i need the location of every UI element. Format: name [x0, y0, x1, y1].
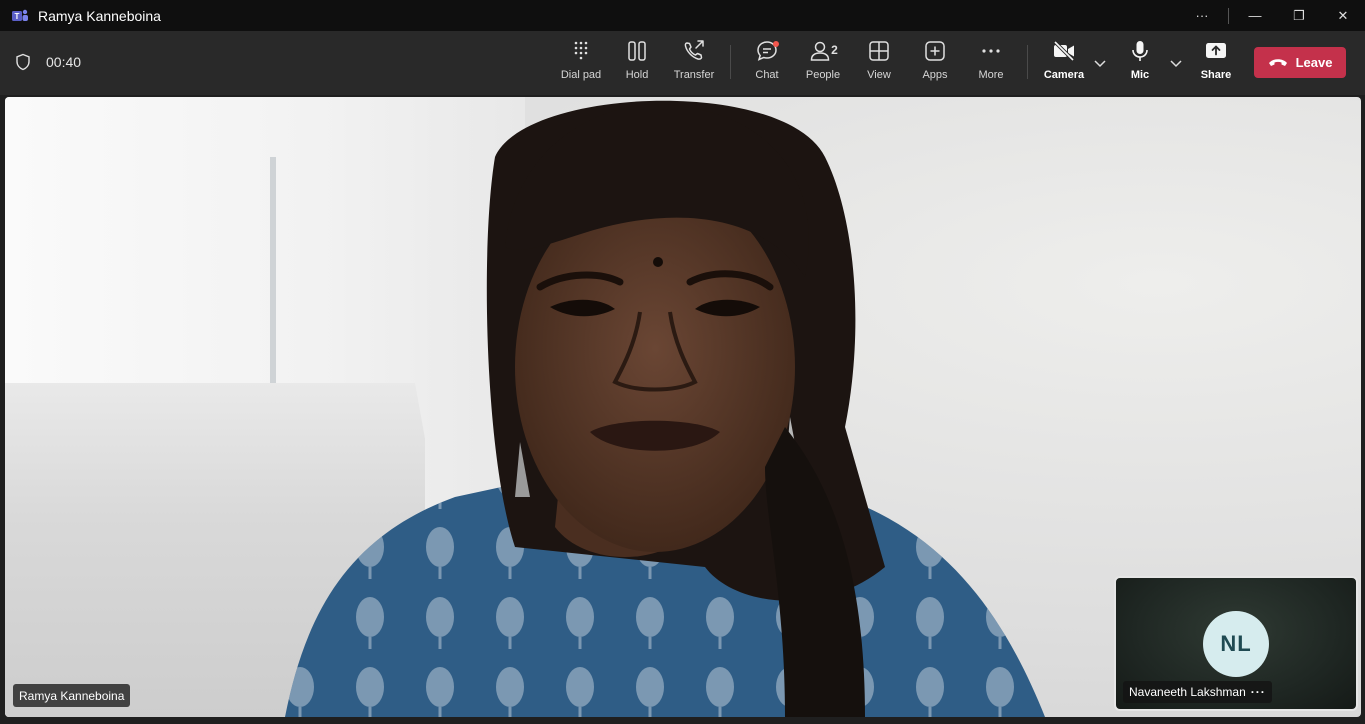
- minimize-icon: —: [1248, 8, 1262, 23]
- restore-button[interactable]: ❐: [1277, 0, 1321, 31]
- teams-logo-icon: T: [12, 9, 28, 21]
- share-button[interactable]: Share: [1187, 39, 1245, 89]
- more-options-button[interactable]: ···: [1180, 0, 1224, 31]
- view-label: View: [867, 69, 891, 81]
- view-button[interactable]: View: [850, 39, 908, 89]
- title-bar: T Ramya Kanneboina ··· — ❐ ✕: [0, 0, 1365, 31]
- chat-label: Chat: [755, 69, 779, 81]
- self-view-name: Navaneeth Lakshman: [1129, 685, 1246, 699]
- window-controls: ··· — ❐ ✕: [1180, 0, 1365, 31]
- window-title: Ramya Kanneboina: [38, 7, 161, 24]
- main-participant-name: Ramya Kanneboina: [19, 688, 125, 703]
- more-label: More: [978, 69, 1004, 81]
- hold-label: Hold: [625, 69, 649, 81]
- self-view-tile[interactable]: NL Navaneeth Lakshman ···: [1114, 576, 1358, 711]
- leave-call-button[interactable]: Leave: [1254, 47, 1346, 78]
- transfer-call-icon: [684, 40, 704, 60]
- transfer-label: Transfer: [673, 69, 715, 81]
- apps-label: Apps: [922, 69, 948, 81]
- chat-button[interactable]: Chat: [738, 39, 796, 89]
- mic-label: Mic: [1130, 69, 1150, 81]
- leave-label: Leave: [1295, 55, 1333, 70]
- call-timer: 00:40: [46, 54, 82, 70]
- dial-pad-icon: [574, 41, 588, 60]
- microphone-icon: [1132, 41, 1148, 61]
- mic-options-chevron-down-icon[interactable]: [1168, 55, 1184, 71]
- transfer-button[interactable]: Transfer: [665, 39, 723, 89]
- main-participant-name-tag: Ramya Kanneboina: [13, 684, 131, 707]
- self-view-name-tag: Navaneeth Lakshman ···: [1123, 681, 1272, 703]
- avatar-initials: NL: [1220, 631, 1252, 656]
- restore-icon: ❐: [1293, 7, 1305, 23]
- add-app-icon: [925, 41, 945, 61]
- divider: [1228, 7, 1229, 24]
- dial-pad-button[interactable]: Dial pad: [552, 39, 610, 89]
- camera-button[interactable]: Camera: [1035, 39, 1093, 89]
- close-icon: ✕: [1337, 7, 1349, 23]
- minimize-button[interactable]: —: [1233, 0, 1277, 31]
- call-info: 00:40: [14, 31, 81, 93]
- people-icon-group: 2: [808, 39, 838, 63]
- people-count: 2: [831, 43, 838, 57]
- people-icon: [810, 41, 830, 61]
- more-icon: ···: [1195, 8, 1209, 23]
- mic-button[interactable]: Mic: [1111, 39, 1169, 89]
- camera-options-chevron-down-icon[interactable]: [1092, 55, 1108, 71]
- people-label: People: [805, 69, 841, 81]
- pause-icon: [628, 41, 646, 61]
- grid-view-icon: [869, 41, 889, 61]
- toolbar-divider: [730, 45, 731, 79]
- camera-label: Camera: [1043, 69, 1085, 81]
- call-toolbar: 00:40 Dial pad Hold Transfer Chat 2 Peop…: [0, 31, 1365, 95]
- more-dots-icon: [982, 49, 1000, 53]
- shield-icon[interactable]: [14, 53, 32, 71]
- close-window-button[interactable]: ✕: [1321, 0, 1365, 31]
- avatar: NL: [1203, 611, 1269, 677]
- more-button[interactable]: More: [962, 39, 1020, 89]
- hang-up-icon: [1268, 58, 1287, 66]
- participant-more-options-icon[interactable]: ···: [1251, 685, 1266, 699]
- share-screen-icon: [1206, 43, 1226, 58]
- share-label: Share: [1200, 69, 1232, 81]
- svg-text:T: T: [15, 12, 20, 21]
- camera-off-icon: [1053, 40, 1075, 62]
- toolbar-divider: [1027, 45, 1028, 79]
- hold-button[interactable]: Hold: [608, 39, 666, 89]
- participant-video-feed: [285, 100, 1045, 717]
- dial-pad-label: Dial pad: [560, 69, 602, 81]
- apps-button[interactable]: Apps: [906, 39, 964, 89]
- people-button[interactable]: 2 People: [794, 39, 852, 89]
- bottom-strip: [0, 717, 1365, 724]
- chat-notification-dot: [773, 41, 779, 47]
